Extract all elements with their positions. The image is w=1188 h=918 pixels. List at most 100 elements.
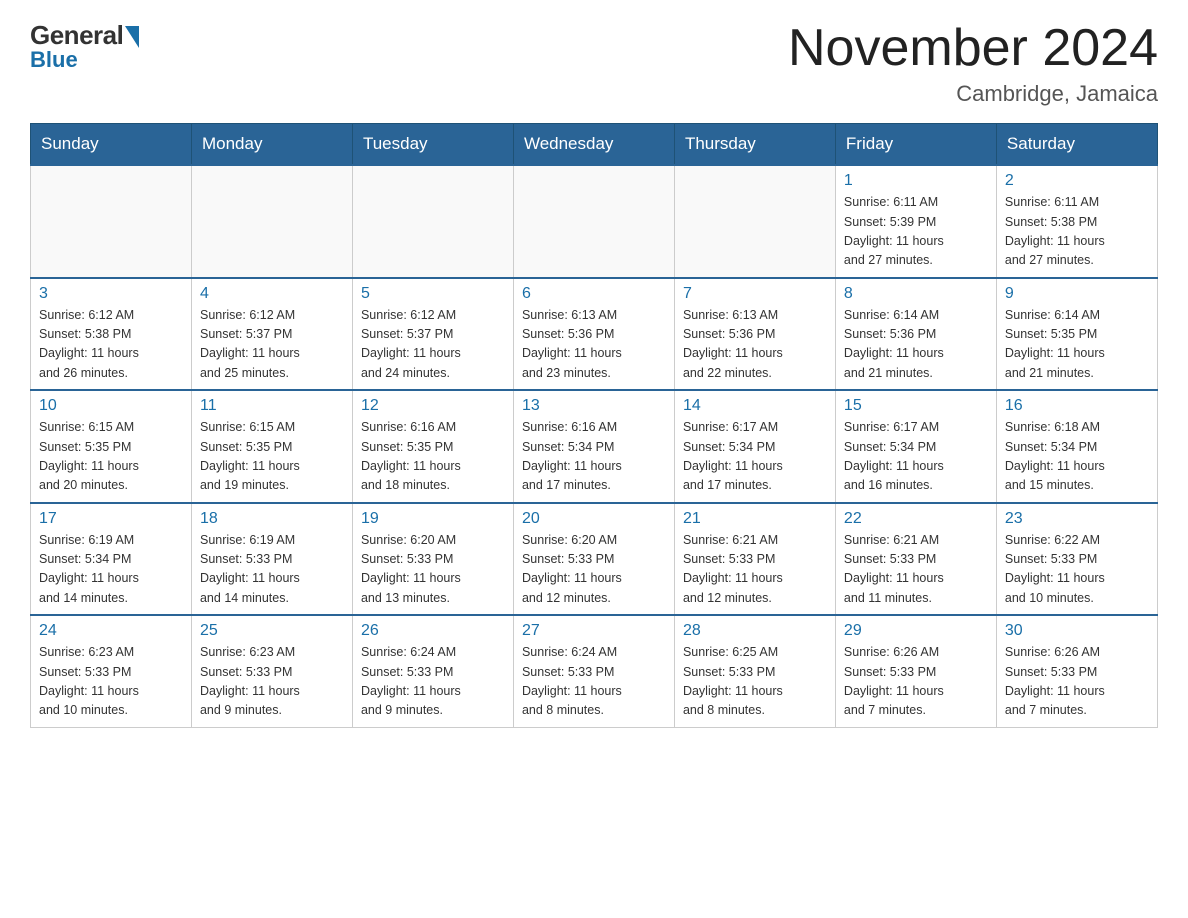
day-info: Sunrise: 6:16 AMSunset: 5:34 PMDaylight:… [522,418,666,496]
day-number: 9 [1005,285,1149,303]
calendar-cell: 13 Sunrise: 6:16 AMSunset: 5:34 PMDayligh… [513,390,674,503]
day-number: 28 [683,622,827,640]
col-header-sunday: Sunday [31,124,192,166]
day-info: Sunrise: 6:15 AMSunset: 5:35 PMDaylight:… [200,418,344,496]
day-info: Sunrise: 6:17 AMSunset: 5:34 PMDaylight:… [683,418,827,496]
calendar-header-row: SundayMondayTuesdayWednesdayThursdayFrid… [31,124,1158,166]
day-info: Sunrise: 6:26 AMSunset: 5:33 PMDaylight:… [1005,643,1149,721]
day-info: Sunrise: 6:16 AMSunset: 5:35 PMDaylight:… [361,418,505,496]
calendar-cell: 24 Sunrise: 6:23 AMSunset: 5:33 PMDayligh… [31,615,192,727]
day-number: 10 [39,397,183,415]
col-header-tuesday: Tuesday [352,124,513,166]
col-header-friday: Friday [835,124,996,166]
day-info: Sunrise: 6:12 AMSunset: 5:37 PMDaylight:… [361,306,505,384]
calendar-cell: 8 Sunrise: 6:14 AMSunset: 5:36 PMDaylight… [835,278,996,391]
calendar-cell: 11 Sunrise: 6:15 AMSunset: 5:35 PMDayligh… [191,390,352,503]
day-number: 11 [200,397,344,415]
day-number: 20 [522,510,666,528]
calendar-cell [674,165,835,278]
col-header-wednesday: Wednesday [513,124,674,166]
calendar-cell [191,165,352,278]
calendar-cell: 12Sunrise: 6:16 AMSunset: 5:35 PMDayligh… [352,390,513,503]
day-info: Sunrise: 6:20 AMSunset: 5:33 PMDaylight:… [522,531,666,609]
day-number: 27 [522,622,666,640]
day-number: 6 [522,285,666,303]
calendar-cell: 28 Sunrise: 6:25 AMSunset: 5:33 PMDayligh… [674,615,835,727]
calendar-cell: 14 Sunrise: 6:17 AMSunset: 5:34 PMDayligh… [674,390,835,503]
calendar-cell: 22Sunrise: 6:21 AMSunset: 5:33 PMDayligh… [835,503,996,616]
calendar-cell: 23 Sunrise: 6:22 AMSunset: 5:33 PMDayligh… [996,503,1157,616]
week-row-1: 1Sunrise: 6:11 AMSunset: 5:39 PMDaylight… [31,165,1158,278]
day-number: 19 [361,510,505,528]
day-info: Sunrise: 6:21 AMSunset: 5:33 PMDaylight:… [683,531,827,609]
day-info: Sunrise: 6:24 AMSunset: 5:33 PMDaylight:… [361,643,505,721]
day-number: 5 [361,285,505,303]
calendar-cell: 25 Sunrise: 6:23 AMSunset: 5:33 PMDayligh… [191,615,352,727]
month-title: November 2024 [788,20,1158,77]
day-number: 23 [1005,510,1149,528]
calendar-cell: 7Sunrise: 6:13 AMSunset: 5:36 PMDaylight… [674,278,835,391]
day-info: Sunrise: 6:20 AMSunset: 5:33 PMDaylight:… [361,531,505,609]
week-row-5: 24 Sunrise: 6:23 AMSunset: 5:33 PMDayligh… [31,615,1158,727]
day-number: 22 [844,510,988,528]
day-info: Sunrise: 6:11 AMSunset: 5:38 PMDaylight:… [1005,193,1149,271]
day-number: 3 [39,285,183,303]
calendar-cell [513,165,674,278]
calendar-cell: 15 Sunrise: 6:17 AMSunset: 5:34 PMDayligh… [835,390,996,503]
day-info: Sunrise: 6:26 AMSunset: 5:33 PMDaylight:… [844,643,988,721]
calendar-cell: 6 Sunrise: 6:13 AMSunset: 5:36 PMDaylight… [513,278,674,391]
day-number: 18 [200,510,344,528]
day-number: 26 [361,622,505,640]
logo-triangle-icon [125,26,139,48]
day-number: 4 [200,285,344,303]
day-info: Sunrise: 6:12 AMSunset: 5:37 PMDaylight:… [200,306,344,384]
calendar-cell: 17Sunrise: 6:19 AMSunset: 5:34 PMDayligh… [31,503,192,616]
day-number: 7 [683,285,827,303]
day-info: Sunrise: 6:15 AMSunset: 5:35 PMDaylight:… [39,418,183,496]
day-info: Sunrise: 6:17 AMSunset: 5:34 PMDaylight:… [844,418,988,496]
day-number: 13 [522,397,666,415]
day-number: 30 [1005,622,1149,640]
day-info: Sunrise: 6:23 AMSunset: 5:33 PMDaylight:… [200,643,344,721]
calendar-cell: 18 Sunrise: 6:19 AMSunset: 5:33 PMDayligh… [191,503,352,616]
title-area: November 2024 Cambridge, Jamaica [788,20,1158,107]
calendar-cell [31,165,192,278]
logo: General Blue [30,20,139,73]
week-row-2: 3 Sunrise: 6:12 AMSunset: 5:38 PMDaylight… [31,278,1158,391]
day-info: Sunrise: 6:25 AMSunset: 5:33 PMDaylight:… [683,643,827,721]
calendar-cell: 29Sunrise: 6:26 AMSunset: 5:33 PMDayligh… [835,615,996,727]
day-info: Sunrise: 6:12 AMSunset: 5:38 PMDaylight:… [39,306,183,384]
day-number: 25 [200,622,344,640]
week-row-4: 17Sunrise: 6:19 AMSunset: 5:34 PMDayligh… [31,503,1158,616]
day-number: 16 [1005,397,1149,415]
calendar-cell: 9 Sunrise: 6:14 AMSunset: 5:35 PMDaylight… [996,278,1157,391]
calendar-cell: 20 Sunrise: 6:20 AMSunset: 5:33 PMDayligh… [513,503,674,616]
day-number: 2 [1005,172,1149,190]
day-info: Sunrise: 6:23 AMSunset: 5:33 PMDaylight:… [39,643,183,721]
col-header-saturday: Saturday [996,124,1157,166]
day-number: 24 [39,622,183,640]
calendar-cell: 21Sunrise: 6:21 AMSunset: 5:33 PMDayligh… [674,503,835,616]
calendar-cell: 16 Sunrise: 6:18 AMSunset: 5:34 PMDayligh… [996,390,1157,503]
day-number: 17 [39,510,183,528]
calendar-cell: 26 Sunrise: 6:24 AMSunset: 5:33 PMDayligh… [352,615,513,727]
day-info: Sunrise: 6:14 AMSunset: 5:36 PMDaylight:… [844,306,988,384]
day-info: Sunrise: 6:22 AMSunset: 5:33 PMDaylight:… [1005,531,1149,609]
location-title: Cambridge, Jamaica [788,81,1158,107]
day-info: Sunrise: 6:14 AMSunset: 5:35 PMDaylight:… [1005,306,1149,384]
day-number: 15 [844,397,988,415]
day-info: Sunrise: 6:19 AMSunset: 5:33 PMDaylight:… [200,531,344,609]
logo-blue-text: Blue [30,47,78,73]
day-info: Sunrise: 6:13 AMSunset: 5:36 PMDaylight:… [522,306,666,384]
day-info: Sunrise: 6:18 AMSunset: 5:34 PMDaylight:… [1005,418,1149,496]
calendar-table: SundayMondayTuesdayWednesdayThursdayFrid… [30,123,1158,728]
calendar-cell [352,165,513,278]
calendar-cell: 27Sunrise: 6:24 AMSunset: 5:33 PMDayligh… [513,615,674,727]
page-header: General Blue November 2024 Cambridge, Ja… [30,20,1158,107]
calendar-cell: 19 Sunrise: 6:20 AMSunset: 5:33 PMDayligh… [352,503,513,616]
day-info: Sunrise: 6:11 AMSunset: 5:39 PMDaylight:… [844,193,988,271]
day-number: 8 [844,285,988,303]
calendar-cell: 2 Sunrise: 6:11 AMSunset: 5:38 PMDaylight… [996,165,1157,278]
calendar-cell: 4 Sunrise: 6:12 AMSunset: 5:37 PMDaylight… [191,278,352,391]
day-number: 14 [683,397,827,415]
